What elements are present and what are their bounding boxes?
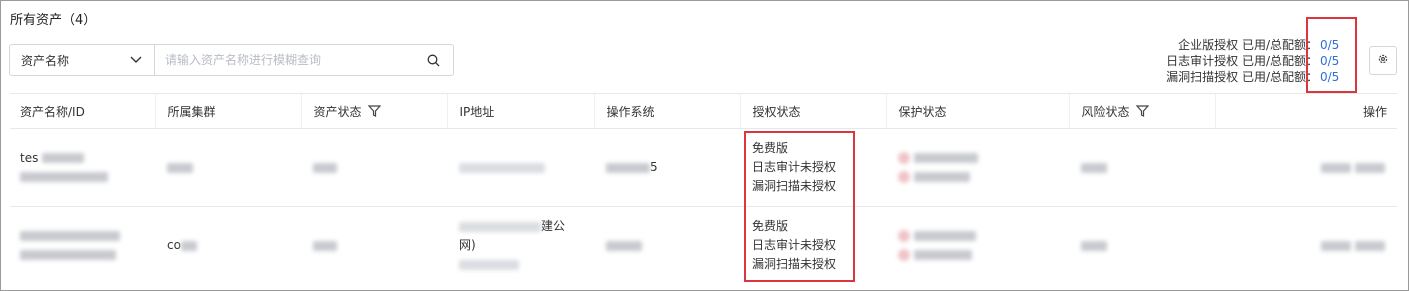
filter-icon[interactable] [367,104,381,120]
cell-risk-status [1069,128,1215,207]
page-title: 所有资产（4） [10,13,97,28]
table-row: tes 5 免费版 日志审计未授权 漏洞扫描未授权 [10,128,1397,207]
license-edition: 免费版 [752,219,789,234]
search-field-select[interactable]: 资产名称 [10,45,155,75]
license-log-audit: 日志审计未授权 [752,238,837,253]
quota-value[interactable]: 0/5 [1320,69,1342,85]
column-settings-button[interactable] [1369,46,1397,75]
quota-line-log-audit: 日志审计授权 已用/总配额： 0/5 [1166,53,1342,69]
cell-cluster: co [155,207,301,285]
license-edition: 免费版 [752,141,789,155]
quota-value[interactable]: 0/5 [1320,53,1342,69]
search-field-label: 资产名称 [21,53,70,68]
col-header-name: 资产名称/ID [10,93,155,129]
cell-asset-name[interactable]: tes [10,128,155,207]
settings-icon [1377,53,1389,68]
license-log-audit: 日志审计未授权 [752,160,837,174]
col-header-cluster: 所属集群 [154,93,301,129]
cell-protection-status [886,207,1069,285]
cell-ip: 建公 网) [447,207,594,285]
search-input[interactable] [155,45,413,75]
cell-os [594,207,740,285]
cell-asset-status [301,128,447,207]
cell-asset-status [301,207,447,285]
cell-license-status: 免费版 日志审计未授权 漏洞扫描未授权 [740,207,886,285]
cell-cluster [155,128,301,207]
quota-line-vuln-scan: 漏洞扫描授权 已用/总配额： 0/5 [1166,69,1342,85]
col-header-protection: 保护状态 [885,93,1069,129]
col-header-asset-status: 资产状态 [300,93,447,129]
cell-os: 5 [594,128,740,207]
quota-line-enterprise: 企业版授权 已用/总配额： 0/5 [1166,37,1342,53]
col-header-license: 授权状态 [739,93,886,129]
search-icon[interactable] [413,45,453,75]
chevron-down-icon [130,53,142,67]
license-vuln-scan: 漏洞扫描未授权 [752,179,837,193]
quota-value[interactable]: 0/5 [1320,37,1342,53]
col-header-risk: 风险状态 [1068,93,1215,129]
cell-actions[interactable] [1215,207,1397,285]
col-header-actions: 操作 [1214,93,1397,129]
license-quota: 企业版授权 已用/总配额： 0/5 日志审计授权 已用/总配额： 0/5 漏洞扫描授… [1166,37,1342,85]
col-header-ip: IP地址 [446,93,594,129]
table-row: co 建公 网) 免费版 日志审计未授权 漏洞扫描未授权 [10,207,1397,285]
cell-license-status: 免费版 日志审计未授权 漏洞扫描未授权 [740,128,886,207]
cell-ip [447,128,594,207]
cell-asset-name[interactable] [10,207,155,285]
search-bar: 资产名称 [9,44,454,76]
cell-risk-status [1069,207,1215,285]
asset-table: 资产名称/ID 所属集群 资产状态 IP地址 操作系统 授权状态 保护状态 风险… [10,93,1397,285]
col-header-os: 操作系统 [593,93,740,129]
cell-protection-status [886,128,1069,207]
license-vuln-scan: 漏洞扫描未授权 [752,257,837,272]
table-header-row: 资产名称/ID 所属集群 资产状态 IP地址 操作系统 授权状态 保护状态 风险… [10,93,1397,129]
cell-actions[interactable] [1215,128,1397,207]
filter-icon[interactable] [1135,104,1149,120]
